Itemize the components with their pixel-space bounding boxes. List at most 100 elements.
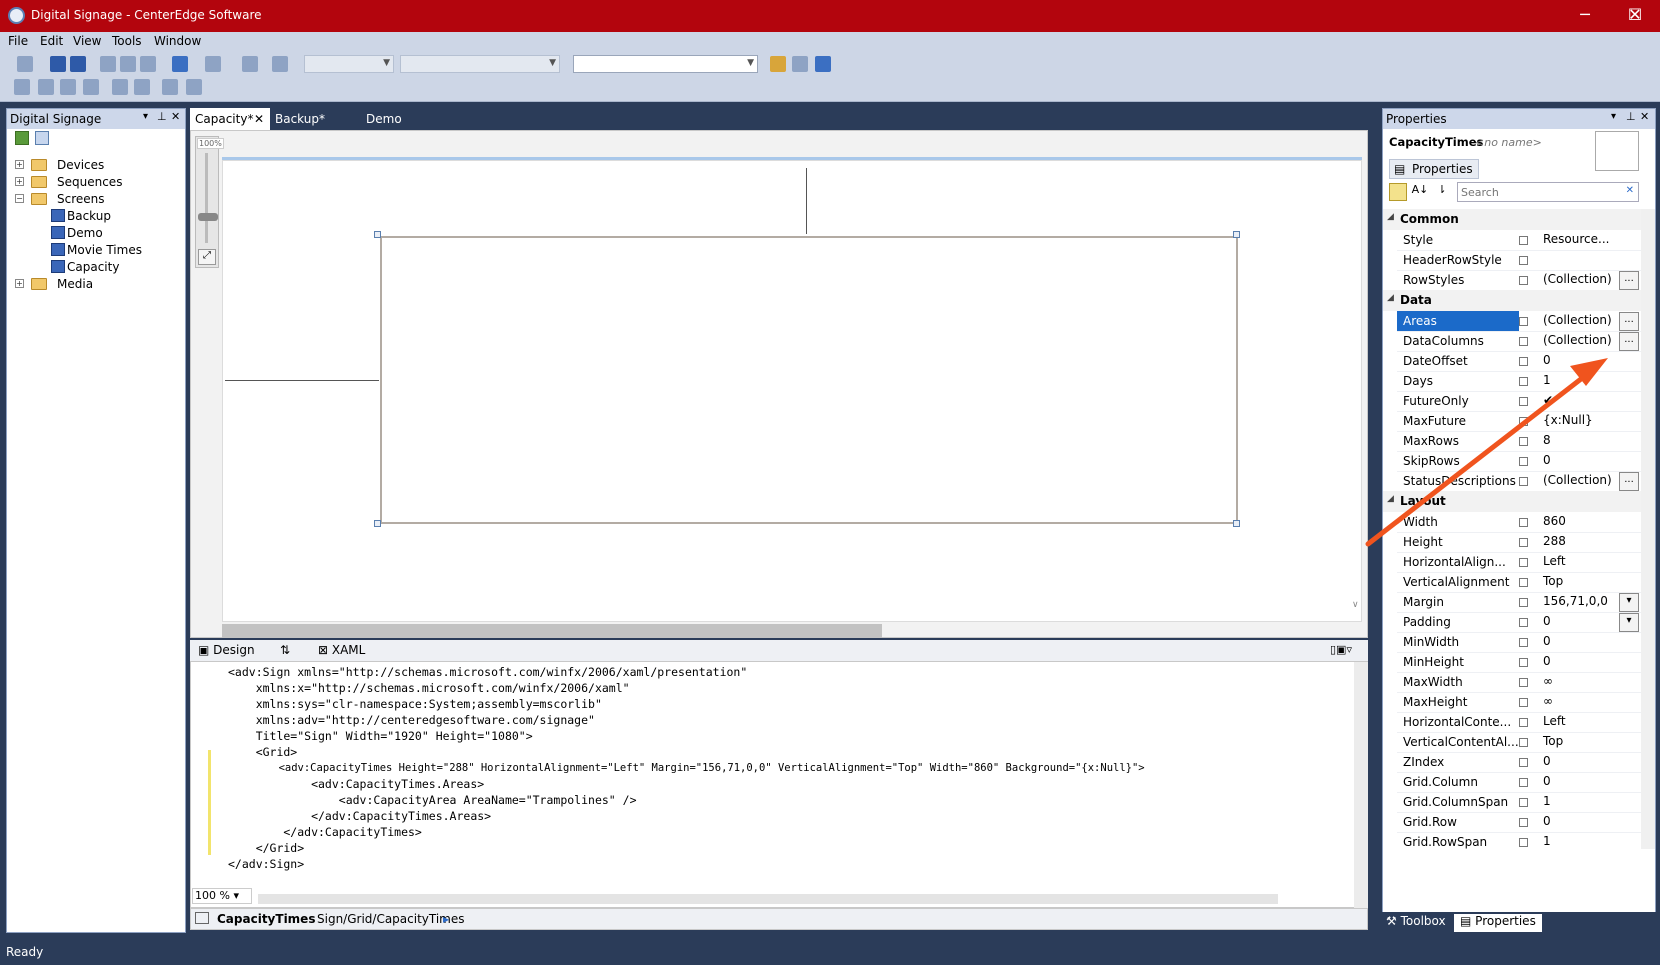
property-row[interactable]: MinHeight 0 [1397,652,1641,673]
group-icon[interactable] [38,79,54,95]
design-tab[interactable]: ▣ Design [198,643,255,657]
property-editor-button[interactable]: ▾ [1619,593,1639,612]
clear-search-icon[interactable]: ✕ [1626,185,1634,196]
property-marker-icon[interactable] [1519,276,1528,285]
property-marker-icon[interactable] [1519,698,1528,707]
property-row[interactable]: HorizontalConte... Left [1397,712,1641,733]
xaml-tab[interactable]: ⊠ XAML [318,643,365,657]
horizontal-scrollbar[interactable] [222,624,882,638]
expand-icon[interactable]: + [15,160,24,169]
property-marker-icon[interactable] [1519,678,1528,687]
find-combo[interactable]: ▼ [573,55,758,73]
properties-bottom-tab[interactable]: ▤ Properties [1454,914,1542,932]
refresh-icon[interactable] [15,131,29,145]
pin-icon[interactable]: ⊥ [157,110,167,123]
close-pane-icon[interactable]: ✕ [1640,110,1649,123]
property-value[interactable]: ∞ [1543,674,1553,688]
tab-capacity[interactable]: Capacity* ✕ [190,108,270,130]
comment-icon[interactable] [162,79,178,95]
split-view-icons[interactable]: ▯▣▿ [1330,643,1352,656]
cut-icon[interactable] [100,56,116,72]
save-icon[interactable] [50,56,66,72]
code-horizontal-scrollbar[interactable] [258,894,1278,904]
property-row[interactable]: Areas (Collection)... [1397,311,1641,332]
object-name[interactable]: <no name> [1475,136,1542,149]
tools-icon[interactable] [792,56,808,72]
property-value[interactable]: Top [1543,574,1563,588]
property-value[interactable]: 0 [1543,634,1551,648]
find-icon[interactable] [272,56,288,72]
property-value[interactable]: Left [1543,554,1566,568]
minimize-button[interactable]: ─ [1560,0,1610,32]
chevron-right-icon[interactable]: ▸ [443,912,449,926]
events-icon[interactable]: ⇂ [1433,183,1451,201]
property-row[interactable]: MinWidth 0 [1397,632,1641,653]
collapse-category-icon[interactable]: ◢ [1387,293,1394,303]
search-input[interactable] [1458,183,1608,201]
property-row[interactable]: Margin 156,71,0,0 ▾ [1397,592,1641,613]
property-value[interactable]: Left [1543,714,1566,728]
property-value[interactable]: 156,71,0,0 [1543,594,1608,608]
zoom-thumb[interactable] [198,213,218,221]
close-tab-icon[interactable]: ✕ [254,108,264,130]
tab-backup[interactable]: Backup* [270,108,346,130]
property-editor-button[interactable]: ... [1619,332,1639,351]
menu-edit[interactable]: Edit [40,34,63,48]
menu-file[interactable]: File [8,34,28,48]
expand-icon[interactable]: + [15,279,24,288]
menu-tools[interactable]: Tools [112,34,142,48]
property-marker-icon[interactable] [1519,618,1528,627]
config-combo[interactable]: ▼ [304,55,394,73]
property-value[interactable]: ∞ [1543,694,1553,708]
category-data[interactable]: ◢ Data [1383,290,1641,311]
scroll-down-icon[interactable]: ∨ [1352,600,1359,610]
property-row[interactable]: ZIndex 0 [1397,752,1641,773]
category-common[interactable]: ◢ Common [1383,209,1641,230]
property-editor-button[interactable]: ... [1619,271,1639,290]
tab-demo[interactable]: Demo [346,108,416,130]
property-value[interactable]: 0 [1543,814,1551,828]
property-row[interactable]: Padding 0 ▾ [1397,612,1641,633]
align-icon[interactable] [14,79,30,95]
menu-view[interactable]: View [73,34,101,48]
new-icon[interactable] [17,56,33,72]
preview-icon[interactable] [815,56,831,72]
property-value[interactable]: 0 [1543,754,1551,768]
resize-handle[interactable] [1233,231,1240,238]
close-pane-icon[interactable]: ✕ [171,110,180,123]
property-value[interactable]: 1 [1543,794,1551,808]
resize-handle[interactable] [1233,520,1240,527]
undo-icon[interactable] [172,56,188,72]
property-value[interactable]: (Collection) [1543,313,1612,327]
property-value[interactable]: 0 [1543,614,1551,628]
menu-window[interactable]: Window [154,34,201,48]
pane-menu-icon[interactable]: ▾ [1611,111,1616,122]
copy-icon[interactable] [120,56,136,72]
property-value[interactable]: (Collection) [1543,272,1612,286]
property-row[interactable]: RowStyles (Collection)... [1397,270,1641,291]
property-value[interactable]: (Collection) [1543,333,1612,347]
zoom-slider[interactable]: 100% ⤢ [195,136,224,268]
code-vertical-scrollbar[interactable] [1354,662,1368,908]
property-row[interactable]: HeaderRowStyle [1397,250,1641,271]
property-row[interactable]: MaxWidth ∞ [1397,672,1641,693]
paste-icon[interactable] [140,56,156,72]
platform-combo[interactable]: ▼ [400,55,560,73]
property-value[interactable]: Top [1543,734,1563,748]
indent-icon[interactable] [112,79,128,95]
navigate-icon[interactable] [242,56,258,72]
pin-icon[interactable]: ⊥ [1626,110,1636,123]
property-value[interactable]: 0 [1543,654,1551,668]
property-row[interactable]: Style Resource... [1397,230,1641,251]
sort-alpha-icon[interactable]: A↓ [1411,183,1429,201]
property-marker-icon[interactable] [1519,598,1528,607]
property-row[interactable]: Grid.ColumnSpan 1 [1397,792,1641,813]
close-button[interactable]: ✕ [1610,0,1660,32]
search-box[interactable]: ✕ [1457,182,1639,202]
expand-icon[interactable]: + [15,177,24,186]
property-marker-icon[interactable] [1519,718,1528,727]
property-marker-icon[interactable] [1519,798,1528,807]
property-marker-icon[interactable] [1519,818,1528,827]
collapse-icon[interactable]: − [15,194,24,203]
pane-menu-icon[interactable]: ▾ [143,111,148,122]
